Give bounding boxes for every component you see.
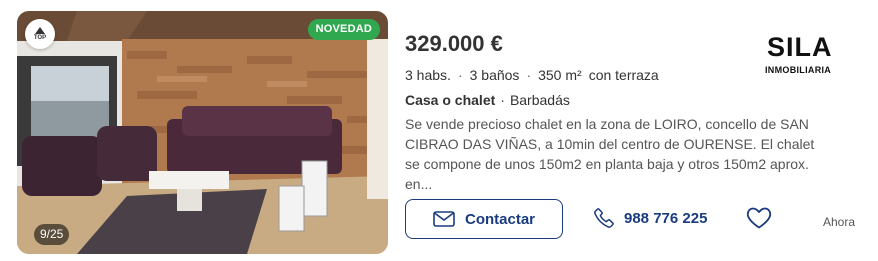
- heart-icon[interactable]: [746, 206, 772, 230]
- property-location: Barbadás: [509, 92, 570, 108]
- top-badge-label: TOP: [33, 35, 47, 41]
- new-badge: NOVEDAD: [307, 19, 380, 40]
- agency-logo-subtext: INMOBILIARIA: [765, 65, 832, 75]
- contact-button[interactable]: Contactar: [405, 199, 563, 239]
- spec-area: 350 m²: [538, 67, 582, 83]
- listing-description[interactable]: Se vende precioso chalet en la zona de L…: [405, 114, 820, 194]
- property-type: Casa o chalet: [405, 92, 496, 108]
- listing-photo[interactable]: TOP NOVEDAD 9/25: [17, 11, 388, 254]
- top-arrow-icon: [35, 27, 45, 34]
- top-badge: TOP: [25, 19, 55, 49]
- phone-link[interactable]: 988 776 225: [593, 207, 707, 229]
- contact-button-label: Contactar: [464, 210, 535, 228]
- spec-bathrooms: 3 baños: [469, 67, 520, 83]
- spec-separator: ·: [457, 67, 463, 83]
- spec-rooms: 3 habs.: [405, 67, 451, 83]
- photo-counter: 9/25: [34, 224, 70, 245]
- listing-time: Ahora: [823, 215, 856, 229]
- listing-price[interactable]: 329.000 €: [405, 31, 503, 57]
- listing-type-location: Casa o chalet · Barbadás: [405, 92, 570, 108]
- mail-icon: [433, 211, 455, 227]
- listing-specs: 3 habs. · 3 baños · 350 m² con terraza: [405, 67, 659, 83]
- phone-icon: [594, 208, 614, 228]
- agency-logo-text: SILA: [767, 32, 833, 62]
- spec-terrace: con terraza: [588, 67, 659, 83]
- type-separator: ·: [500, 92, 505, 108]
- phone-number: 988 776 225: [624, 209, 708, 227]
- living-room-image: [17, 11, 388, 254]
- spec-separator: ·: [526, 67, 532, 83]
